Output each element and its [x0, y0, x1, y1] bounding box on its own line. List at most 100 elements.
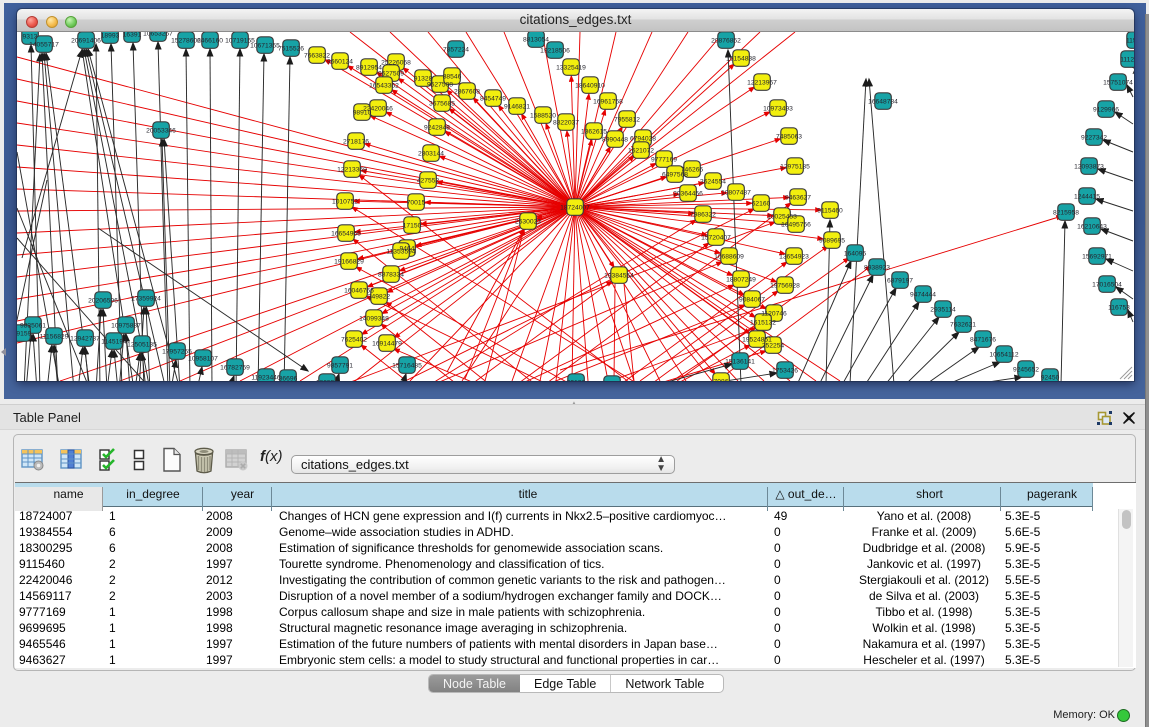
svg-text:98910: 98910: [353, 110, 372, 117]
svg-text:17150: 17150: [403, 223, 422, 230]
svg-text:10653267: 10653267: [143, 32, 173, 38]
svg-text:86696: 86696: [279, 376, 298, 382]
svg-text:19218506: 19218506: [540, 48, 570, 55]
svg-text:252254: 252254: [762, 343, 785, 350]
svg-text:1615132: 1615132: [750, 320, 776, 327]
svg-text:1120746: 1120746: [761, 311, 787, 318]
svg-text:11548: 11548: [1126, 38, 1134, 45]
svg-text:8938923: 8938923: [864, 265, 890, 272]
svg-text:15136141: 15136141: [725, 359, 755, 366]
svg-text:20206596: 20206596: [88, 298, 118, 305]
svg-text:2718176: 2718176: [343, 139, 369, 146]
svg-text:18993: 18993: [101, 33, 120, 40]
svg-text:14099348: 14099348: [359, 316, 389, 323]
svg-text:1244415: 1244415: [1074, 194, 1100, 201]
svg-text:16543362: 16543362: [369, 83, 399, 90]
svg-text:12213369: 12213369: [337, 167, 367, 174]
svg-text:18807249: 18807249: [726, 277, 756, 284]
svg-text:3624554: 3624554: [700, 179, 726, 186]
svg-text:7632621: 7632621: [950, 322, 976, 329]
svg-text:349822: 349822: [368, 294, 391, 301]
svg-text:7986322: 7986322: [690, 212, 716, 219]
svg-text:15720407: 15720407: [701, 235, 731, 242]
svg-text:11124: 11124: [1120, 57, 1134, 64]
svg-text:6794028: 6794028: [630, 136, 656, 143]
svg-text:9474444: 9474444: [910, 292, 936, 299]
svg-text:14055717: 14055717: [29, 42, 59, 49]
svg-text:20053346: 20053346: [146, 128, 176, 135]
svg-text:15716485: 15716485: [392, 363, 422, 370]
svg-text:9115460: 9115460: [817, 208, 843, 215]
svg-text:17359924: 17359924: [131, 296, 161, 303]
svg-text:7857224: 7857224: [443, 47, 469, 54]
svg-text:39159: 39159: [17, 331, 32, 338]
svg-text:12213967: 12213967: [747, 80, 777, 87]
svg-text:9129966: 9129966: [1093, 107, 1119, 114]
svg-text:9527509: 9527509: [378, 71, 404, 78]
svg-text:8215958: 8215958: [1053, 210, 1079, 217]
svg-text:11353594: 11353594: [386, 249, 416, 256]
svg-text:18640910: 18640910: [575, 83, 605, 90]
svg-text:16914479: 16914479: [372, 341, 402, 348]
svg-text:9527508: 9527508: [427, 82, 453, 89]
svg-text:19756928: 19756928: [770, 283, 800, 290]
svg-text:8813054: 8813054: [523, 37, 549, 44]
svg-text:16391: 16391: [123, 32, 142, 39]
svg-text:3675685: 3675685: [429, 101, 455, 108]
svg-text:2935114: 2935114: [930, 307, 956, 314]
svg-text:19384554: 19384554: [604, 273, 634, 280]
svg-text:16961758: 16961758: [593, 99, 623, 106]
svg-text:99130: 99130: [567, 380, 586, 382]
svg-text:8322037: 8322037: [553, 120, 579, 127]
svg-text:7625402: 7625402: [341, 337, 367, 344]
svg-text:15751074: 15751074: [1103, 80, 1133, 87]
svg-text:19166829: 19166829: [334, 259, 364, 266]
svg-text:9313: 9313: [23, 34, 38, 41]
svg-text:1145194: 1145194: [101, 339, 127, 346]
svg-text:10688609: 10688609: [714, 254, 744, 261]
svg-text:427552: 427552: [417, 178, 440, 185]
svg-text:7986: 7986: [714, 379, 729, 382]
svg-text:1362615: 1362615: [581, 129, 607, 136]
svg-text:10025453: 10025453: [767, 214, 797, 221]
svg-text:10975887: 10975887: [111, 323, 141, 330]
svg-text:6466160: 6466160: [197, 38, 223, 45]
svg-text:10958107: 10958107: [188, 356, 218, 363]
svg-text:120558: 120558: [316, 380, 339, 382]
svg-text:16782759: 16782759: [220, 365, 250, 372]
svg-text:9463627: 9463627: [785, 195, 811, 202]
svg-text:12093873: 12093873: [1074, 164, 1104, 171]
svg-text:2803144: 2803144: [418, 151, 444, 158]
svg-text:6879197: 6879197: [887, 278, 913, 285]
svg-text:8454749: 8454749: [480, 96, 506, 103]
svg-text:16495756: 16495756: [781, 222, 811, 229]
svg-text:9660124: 9660124: [327, 59, 353, 66]
svg-text:8990448: 8990448: [602, 137, 628, 144]
svg-text:10671355: 10671355: [250, 43, 280, 50]
svg-text:13325419: 13325419: [556, 65, 586, 72]
svg-text:9777169: 9777169: [651, 157, 677, 164]
svg-text:9084067: 9084067: [739, 297, 765, 304]
svg-text:17957255: 17957255: [162, 349, 192, 356]
svg-text:7955812: 7955812: [614, 117, 640, 124]
svg-text:9857791: 9857791: [327, 363, 353, 370]
svg-text:1588520: 1588520: [530, 113, 556, 120]
svg-text:20691406: 20691406: [71, 38, 101, 45]
svg-text:9089695: 9089695: [819, 238, 845, 245]
svg-text:2867608: 2867608: [454, 89, 480, 96]
svg-text:10654112: 10654112: [989, 352, 1019, 359]
svg-text:16654966: 16654966: [331, 231, 361, 238]
svg-text:9242848: 9242848: [424, 125, 450, 132]
svg-text:92450: 92450: [1041, 375, 1060, 382]
svg-text:7485063: 7485063: [776, 134, 802, 141]
svg-text:12975185: 12975185: [780, 164, 810, 171]
svg-text:1010752: 1010752: [332, 199, 358, 206]
svg-text:11156829: 11156829: [40, 334, 69, 341]
svg-text:17016504: 17016504: [1092, 282, 1122, 289]
svg-text:11923446: 11923446: [251, 375, 281, 382]
svg-text:12942737: 12942737: [70, 336, 100, 343]
svg-text:12505135: 12505135: [127, 342, 157, 349]
svg-text:9245652: 9245652: [1013, 367, 1039, 374]
svg-text:16210643: 16210643: [1077, 224, 1107, 231]
svg-text:9146821: 9146821: [504, 104, 530, 111]
